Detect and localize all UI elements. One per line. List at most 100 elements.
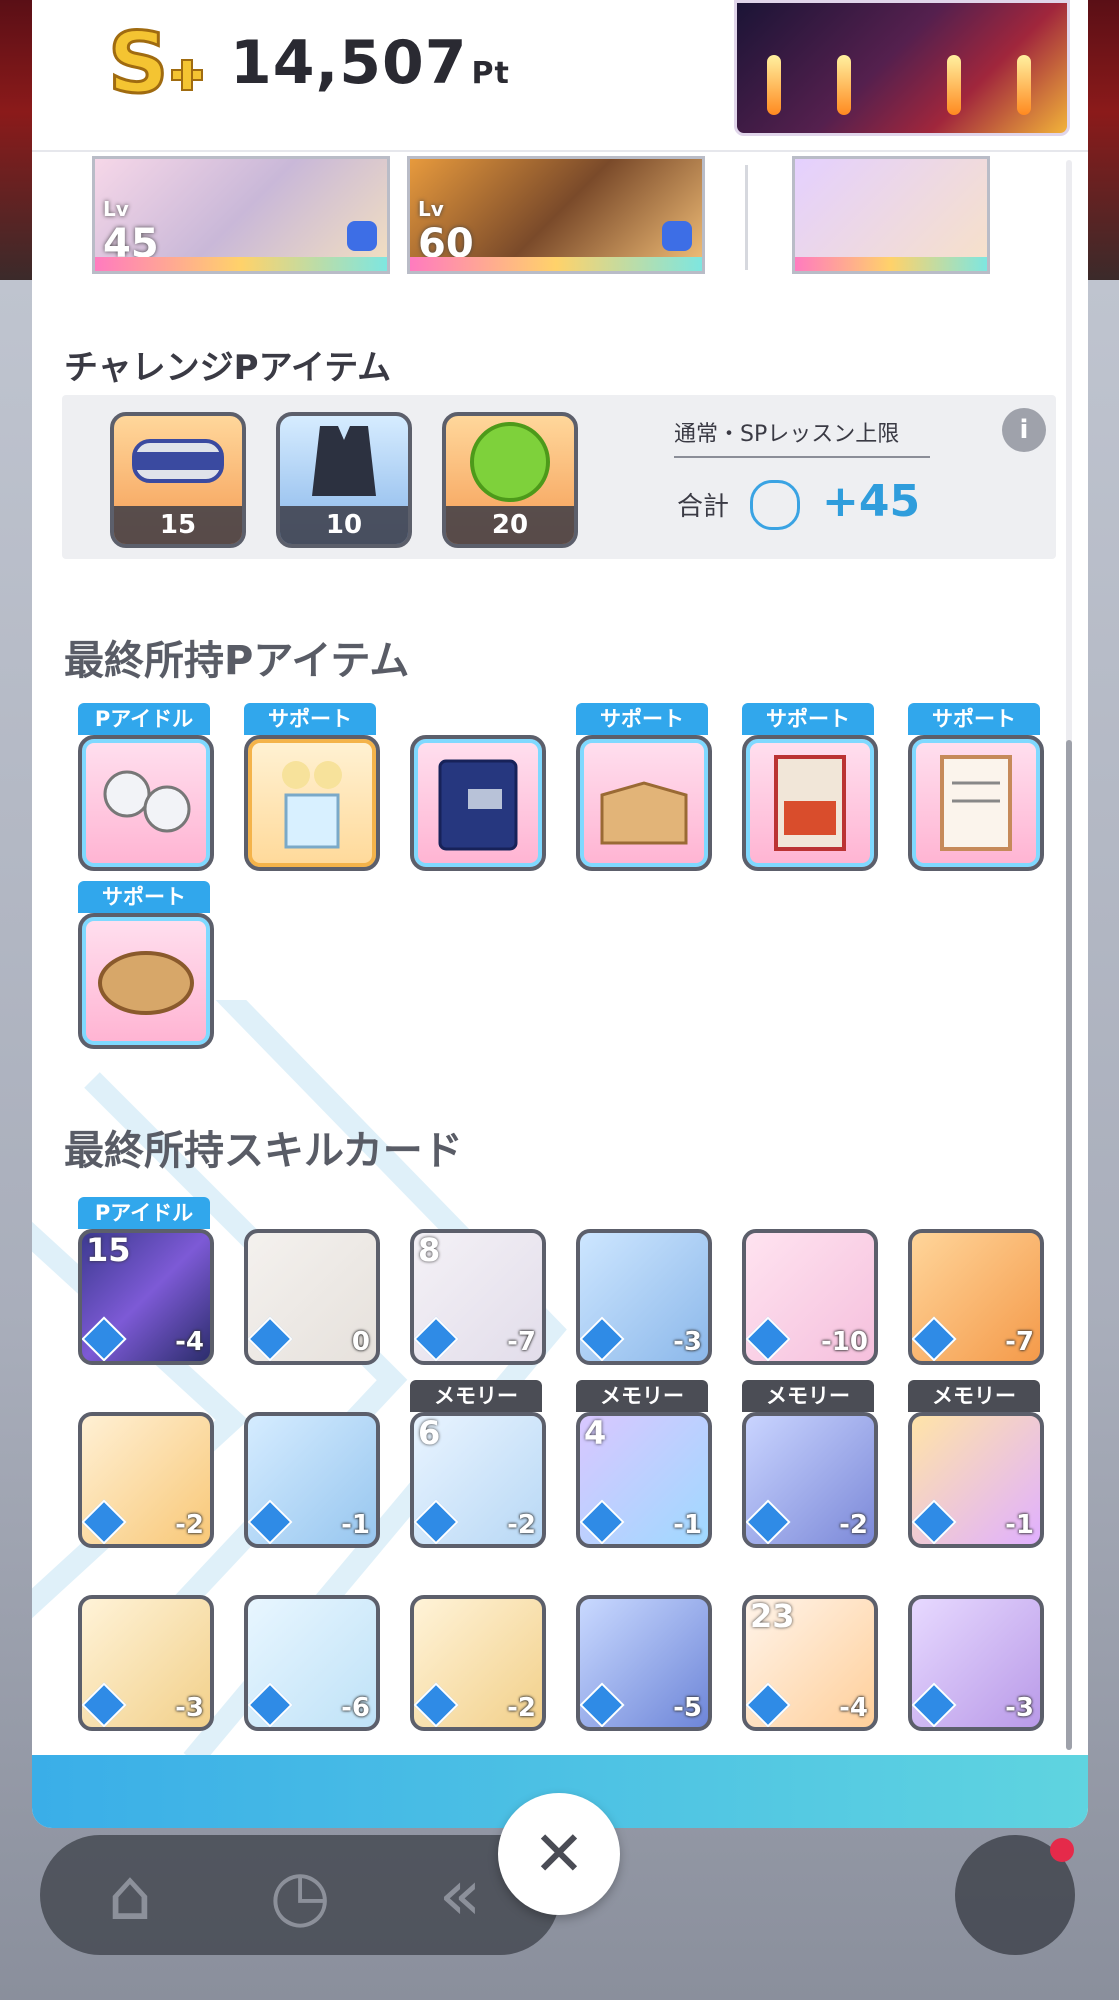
item-label: サポート bbox=[908, 703, 1040, 735]
card-type-icon bbox=[347, 221, 377, 251]
p-item-notebook[interactable] bbox=[410, 735, 546, 871]
skill-card-memory-3[interactable]: -2 bbox=[742, 1412, 878, 1548]
skill-card-penlights[interactable]: -3 bbox=[576, 1229, 712, 1365]
skill-effect-icon bbox=[746, 1499, 791, 1544]
skill-label: メモリー bbox=[908, 1380, 1040, 1412]
back-icon[interactable]: « bbox=[420, 1855, 500, 1935]
skill-card-star-arc[interactable]: -3 bbox=[908, 1595, 1044, 1731]
item-label: サポート bbox=[78, 881, 210, 913]
p-item-cardboard-box[interactable] bbox=[576, 735, 712, 871]
card-rarity-bar bbox=[410, 257, 702, 271]
skill-effect-icon bbox=[248, 1316, 293, 1361]
skill-effect-icon bbox=[746, 1682, 791, 1727]
skill-cost: -3 bbox=[1005, 1693, 1034, 1723]
header-divider bbox=[32, 150, 1088, 152]
skill-effect-icon bbox=[912, 1682, 957, 1727]
skill-cost: -2 bbox=[507, 1510, 536, 1540]
skill-cost: -4 bbox=[839, 1693, 868, 1723]
skill-card-origami[interactable]: 8 -7 bbox=[410, 1229, 546, 1365]
skill-card-tools[interactable]: -6 bbox=[244, 1595, 380, 1731]
challenge-item-count: 20 bbox=[446, 506, 574, 544]
skill-cost: -5 bbox=[673, 1693, 702, 1723]
skill-cost: -2 bbox=[175, 1510, 204, 1540]
skill-effect-icon bbox=[248, 1682, 293, 1727]
skill-effect-icon bbox=[414, 1499, 459, 1544]
close-icon: ✕ bbox=[533, 1817, 585, 1890]
skill-cost: 0 bbox=[351, 1327, 370, 1357]
points-unit: Pt bbox=[471, 56, 510, 91]
points-display: 14,507 Pt bbox=[230, 28, 510, 98]
skill-card-memory-4[interactable]: -1 bbox=[908, 1412, 1044, 1548]
stage-thumbnail bbox=[734, 0, 1070, 136]
notebook-icon bbox=[438, 759, 518, 851]
skill-card-megaphone[interactable]: -3 bbox=[78, 1595, 214, 1731]
scrollbar-thumb[interactable] bbox=[1066, 740, 1072, 1750]
info-icon[interactable]: i bbox=[1002, 408, 1046, 452]
skill-card-memory-2[interactable]: 4 -1 bbox=[576, 1412, 712, 1548]
p-item-wooden-plate[interactable] bbox=[78, 913, 214, 1049]
svg-text:S: S bbox=[108, 20, 169, 110]
skill-card-stage-lights[interactable]: -2 bbox=[78, 1412, 214, 1548]
clock-icon[interactable]: ◷ bbox=[260, 1855, 340, 1935]
skill-cost: -4 bbox=[175, 1327, 204, 1357]
skill-label: メモリー bbox=[742, 1380, 874, 1412]
skill-label: Pアイドル bbox=[78, 1197, 210, 1229]
skill-cost: -1 bbox=[1005, 1510, 1034, 1540]
skill-level: 4 bbox=[584, 1414, 607, 1452]
challenge-item-count: 10 bbox=[280, 506, 408, 544]
skill-card-heart-hands[interactable]: -10 bbox=[742, 1229, 878, 1365]
notification-dot bbox=[1050, 1838, 1074, 1862]
challenge-item-vest[interactable]: 10 bbox=[276, 412, 412, 548]
result-panel: S 14,507 Pt Lv 45 Lv 60 チャレンジPアイテム 15 10 20… bbox=[32, 0, 1088, 1828]
skill-level: 8 bbox=[418, 1231, 441, 1269]
skill-effect-icon bbox=[912, 1316, 957, 1361]
skill-cost: -6 bbox=[341, 1693, 370, 1723]
skill-effect-icon bbox=[82, 1682, 127, 1727]
final-items-title: 最終所持Pアイテム bbox=[64, 638, 410, 684]
idol-card[interactable] bbox=[792, 156, 990, 274]
skill-effect-icon bbox=[580, 1682, 625, 1727]
skill-cost: -3 bbox=[175, 1693, 204, 1723]
total-label: 合計 bbox=[677, 492, 730, 522]
skill-card-memory-1[interactable]: 6 -2 bbox=[410, 1412, 546, 1548]
home-icon[interactable]: ⌂ bbox=[90, 1855, 170, 1935]
skill-label: メモリー bbox=[576, 1380, 708, 1412]
rank-badge: S bbox=[107, 20, 203, 110]
skill-card-idol[interactable]: 15 -4 bbox=[78, 1229, 214, 1365]
challenge-item-wristband[interactable]: 15 bbox=[110, 412, 246, 548]
skill-card-dance[interactable]: -2 bbox=[410, 1595, 546, 1731]
skill-cost: -7 bbox=[507, 1327, 536, 1357]
challenge-item-ball[interactable]: 20 bbox=[442, 412, 578, 548]
skill-effect-icon bbox=[82, 1316, 127, 1361]
skill-cost: -1 bbox=[341, 1510, 370, 1540]
skill-effect-icon bbox=[580, 1316, 625, 1361]
skill-card-dome[interactable]: -5 bbox=[576, 1595, 712, 1731]
challenge-item-count: 15 bbox=[114, 506, 242, 544]
skill-effect-icon bbox=[912, 1499, 957, 1544]
item-label: Pアイドル bbox=[78, 703, 210, 735]
skill-cost: -10 bbox=[821, 1327, 868, 1357]
total-value: +45 bbox=[822, 476, 921, 527]
skill-card-stage-view[interactable]: -1 bbox=[244, 1412, 380, 1548]
challenge-title: チャレンジPアイテム bbox=[64, 348, 392, 388]
produce-card-1[interactable]: Lv 45 bbox=[92, 156, 390, 274]
skill-card-lightbulb[interactable]: 0 bbox=[244, 1229, 380, 1365]
skill-effect-icon bbox=[248, 1499, 293, 1544]
close-button[interactable]: ✕ bbox=[498, 1793, 620, 1915]
p-item-earbuds[interactable] bbox=[78, 735, 214, 871]
skill-cost: -2 bbox=[507, 1693, 536, 1723]
skill-effect-icon bbox=[746, 1316, 791, 1361]
p-item-flower-vase[interactable] bbox=[244, 735, 380, 871]
p-item-clipboard[interactable] bbox=[908, 735, 1044, 871]
produce-card-2[interactable]: Lv 60 bbox=[407, 156, 705, 274]
item-label: サポート bbox=[742, 703, 874, 735]
skill-effect-icon bbox=[580, 1499, 625, 1544]
card-type-icon bbox=[662, 221, 692, 251]
skill-card-handshake[interactable]: -7 bbox=[908, 1229, 1044, 1365]
skill-cost: -2 bbox=[839, 1510, 868, 1540]
final-skills-title: 最終所持スキルカード bbox=[64, 1128, 463, 1174]
skill-card-high-five[interactable]: 23 -4 bbox=[742, 1595, 878, 1731]
ramen-coupon-icon bbox=[774, 755, 846, 851]
lesson-limit-label: 通常・SPレッスン上限 bbox=[674, 416, 930, 458]
p-item-ramen-coupon[interactable] bbox=[742, 735, 878, 871]
